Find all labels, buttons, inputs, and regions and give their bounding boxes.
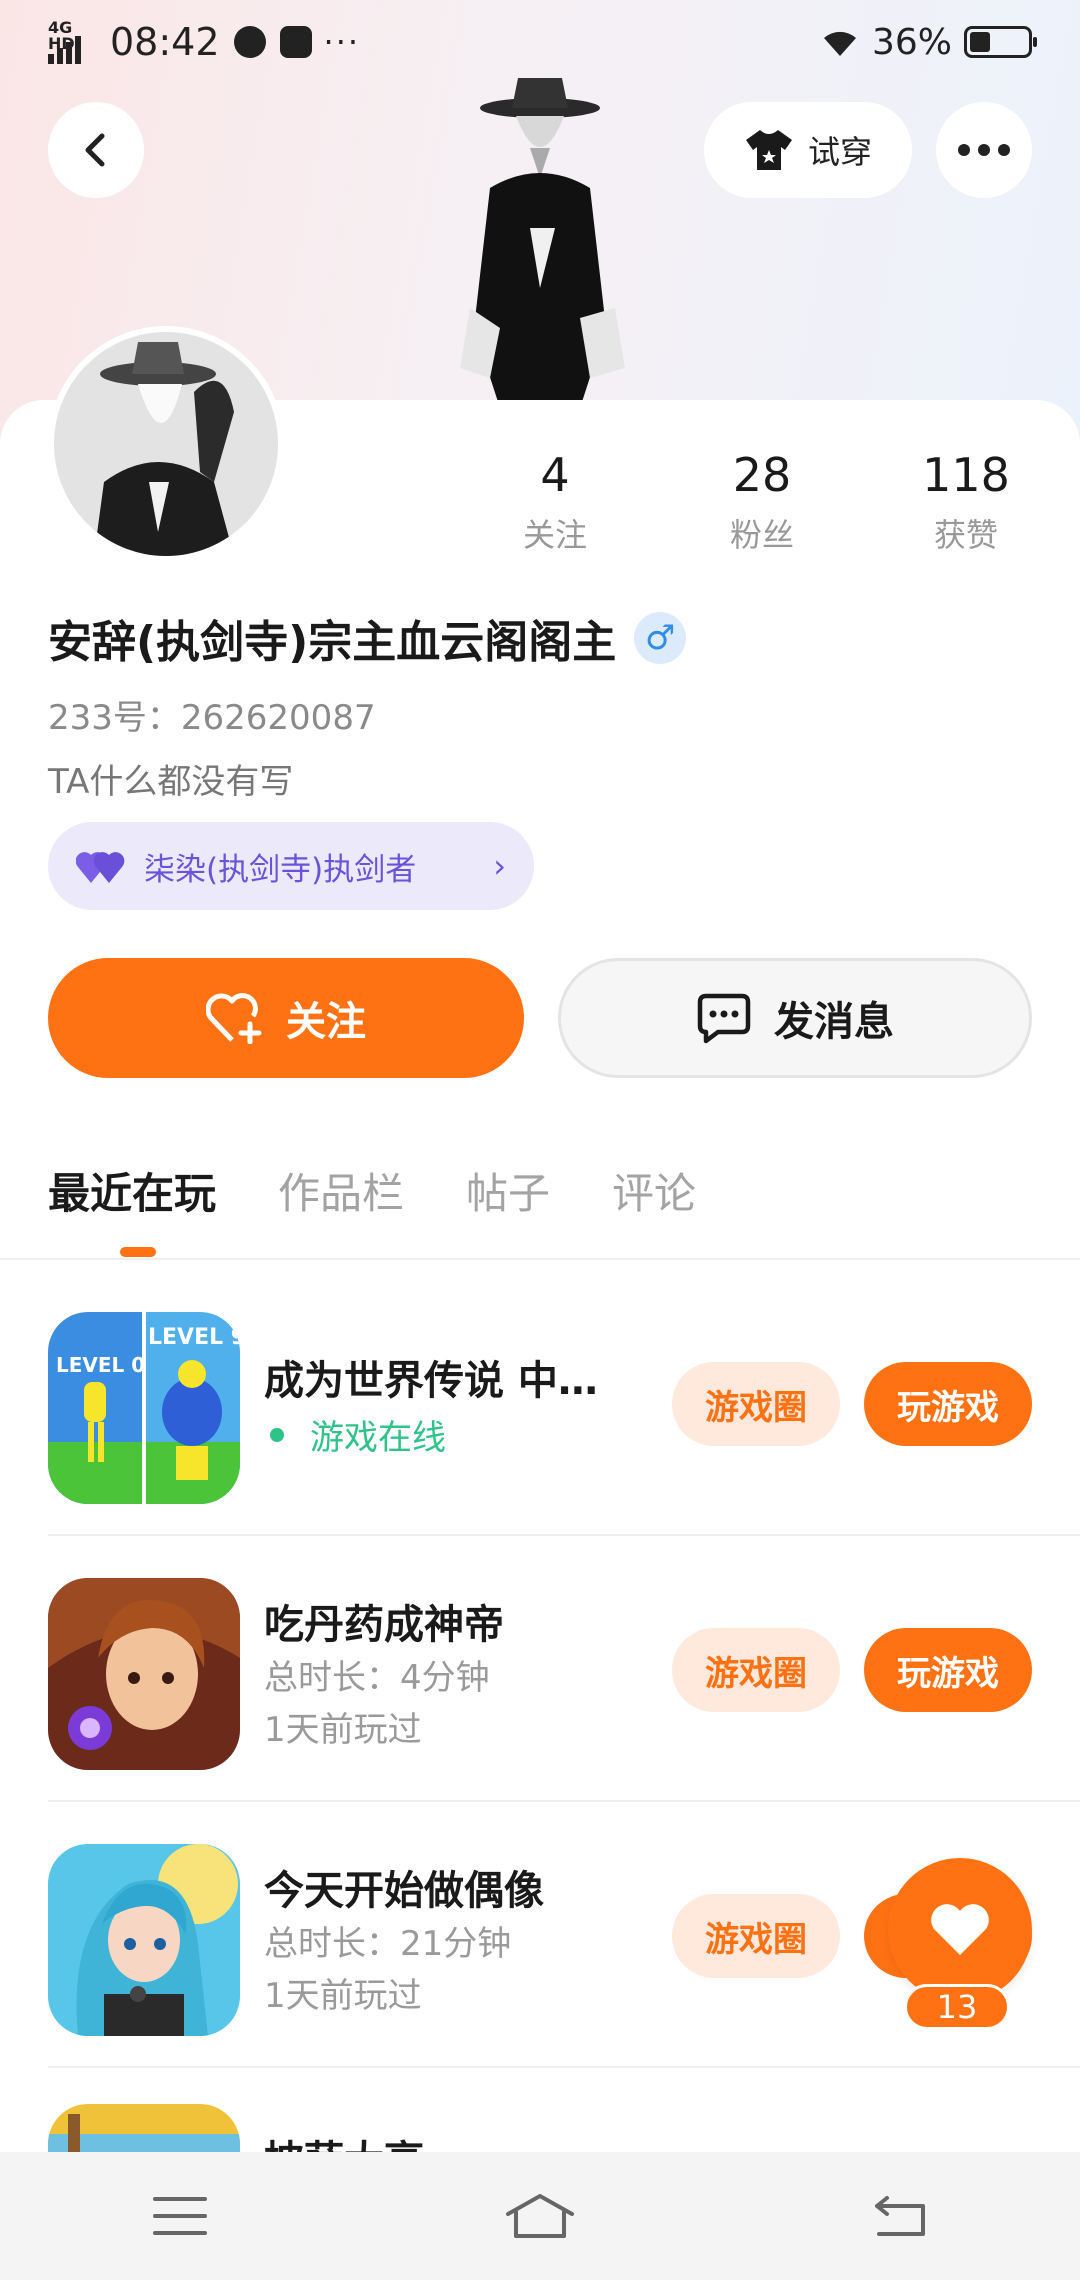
game-title: 吃丹药成神帝: [264, 1602, 504, 1648]
try-on-button[interactable]: 试穿: [704, 102, 912, 198]
tshirt-icon: [745, 130, 792, 170]
battery-icon: [964, 26, 1037, 58]
status-bar: 4G HD 08:42 ··· 36%: [0, 0, 1080, 84]
stat-value: 4: [540, 448, 570, 502]
tab-comments[interactable]: 评论: [612, 1160, 696, 1221]
back-nav-button[interactable]: [840, 2176, 960, 2256]
game-circle-button[interactable]: 游戏圈: [672, 1894, 840, 1978]
like-button[interactable]: [888, 1858, 1032, 2002]
play-duration: 总时长：4分钟: [264, 1658, 490, 1698]
home-nav-button[interactable]: [480, 2176, 600, 2256]
heart-plus-icon: [206, 993, 262, 1044]
online-dot-icon: [270, 1427, 284, 1442]
back-arrow-icon: [85, 133, 105, 167]
game-icon[interactable]: [48, 1578, 240, 1770]
follow-button[interactable]: 关注: [48, 958, 524, 1078]
battery-percent: 36%: [871, 21, 952, 63]
stat-value: 118: [922, 448, 1010, 502]
play-duration: 总时长：21分钟: [264, 1924, 512, 1964]
user-id[interactable]: 233号：262620087: [48, 690, 376, 739]
play-game-button[interactable]: 玩游戏: [864, 1362, 1032, 1446]
svg-text:LEVEL 0: LEVEL 0: [56, 1353, 145, 1377]
game-title: 成为世界传说 中…: [264, 1358, 598, 1404]
male-gender-icon: ♂: [634, 612, 687, 664]
stat-value: 28: [732, 448, 792, 502]
more-notifications-icon: ···: [323, 23, 361, 61]
game-circle-button[interactable]: 游戏圈: [672, 1362, 840, 1446]
try-on-label: 试穿: [807, 133, 872, 171]
heart-icon: [931, 1904, 989, 1955]
stat-label: 粉丝: [729, 516, 794, 554]
user-bio: TA什么都没有写: [48, 762, 294, 802]
chevron-right-icon: ›: [493, 847, 506, 885]
tab-recently-played[interactable]: 最近在玩: [48, 1160, 216, 1221]
chat-bubble-icon: [697, 993, 751, 1044]
avatar[interactable]: [48, 326, 284, 562]
character-avatar-figure[interactable]: [430, 78, 650, 408]
tabs-divider: [0, 1258, 1080, 1260]
active-tab-indicator: [120, 1247, 156, 1257]
game-circle-button[interactable]: 游戏圈: [672, 1628, 840, 1712]
last-played: 1天前玩过: [264, 1976, 422, 2016]
list-item[interactable]: 吃丹药成神帝 总时长：4分钟 1天前玩过 游戏圈 玩游戏: [48, 1536, 1080, 1802]
return-icon: [875, 2196, 925, 2236]
message-label: 发消息: [774, 999, 894, 1045]
more-dots-icon: [958, 144, 1010, 156]
status-time: 08:42: [110, 20, 220, 64]
stat-likes[interactable]: 118 获赞: [876, 446, 1056, 556]
page-title: 安辞(执剑寺)宗主血云阁阁主 ♂: [48, 606, 687, 670]
tab-posts[interactable]: 帖子: [466, 1160, 550, 1221]
system-navigation-bar: [0, 2152, 1080, 2280]
like-count-badge: 13: [904, 1984, 1010, 2030]
guild-badge[interactable]: 柒染(执剑寺)执剑者 ›: [48, 822, 534, 910]
last-played: 1天前玩过: [264, 1710, 422, 1750]
game-icon[interactable]: LEVEL 0 LEVEL 999: [48, 1312, 240, 1504]
nickname-text: 安辞(执剑寺)宗主血云阁阁主: [48, 617, 617, 668]
list-item[interactable]: LEVEL 0 LEVEL 999 成为世界传说 中… 游戏在线 游戏圈 玩游戏: [48, 1270, 1080, 1536]
play-game-button[interactable]: 玩游戏: [864, 1628, 1032, 1712]
follow-label: 关注: [286, 999, 366, 1045]
online-status-text: 游戏在线: [310, 1418, 446, 1458]
more-options-button[interactable]: [936, 102, 1032, 198]
menu-icon: [153, 2197, 207, 2235]
svg-text:LEVEL 999: LEVEL 999: [148, 1325, 240, 1350]
stat-following[interactable]: 4 关注: [465, 446, 645, 556]
guild-name: 柒染(执剑寺)执剑者: [144, 851, 417, 888]
game-title: 今天开始做偶像: [264, 1868, 544, 1914]
video-app-icon: [279, 26, 312, 58]
stat-label: 获赞: [933, 516, 998, 554]
menu-nav-button[interactable]: [120, 2176, 240, 2256]
notification-app-icon: [233, 26, 266, 58]
stat-label: 关注: [522, 516, 587, 554]
game-icon[interactable]: [48, 1844, 240, 2036]
back-button[interactable]: [48, 102, 144, 198]
profile-tabs: 最近在玩 作品栏 帖子 评论: [48, 1160, 758, 1221]
user-avatar-image: [54, 332, 278, 556]
wifi-icon: [823, 31, 856, 56]
send-message-button[interactable]: 发消息: [558, 958, 1032, 1078]
home-icon: [506, 2194, 574, 2238]
network-signal-icon: 4G HD: [48, 20, 102, 64]
double-heart-icon: [76, 852, 125, 883]
stat-followers[interactable]: 28 粉丝: [672, 446, 852, 556]
tab-works[interactable]: 作品栏: [278, 1160, 404, 1221]
online-status: 游戏在线: [264, 1410, 446, 1459]
